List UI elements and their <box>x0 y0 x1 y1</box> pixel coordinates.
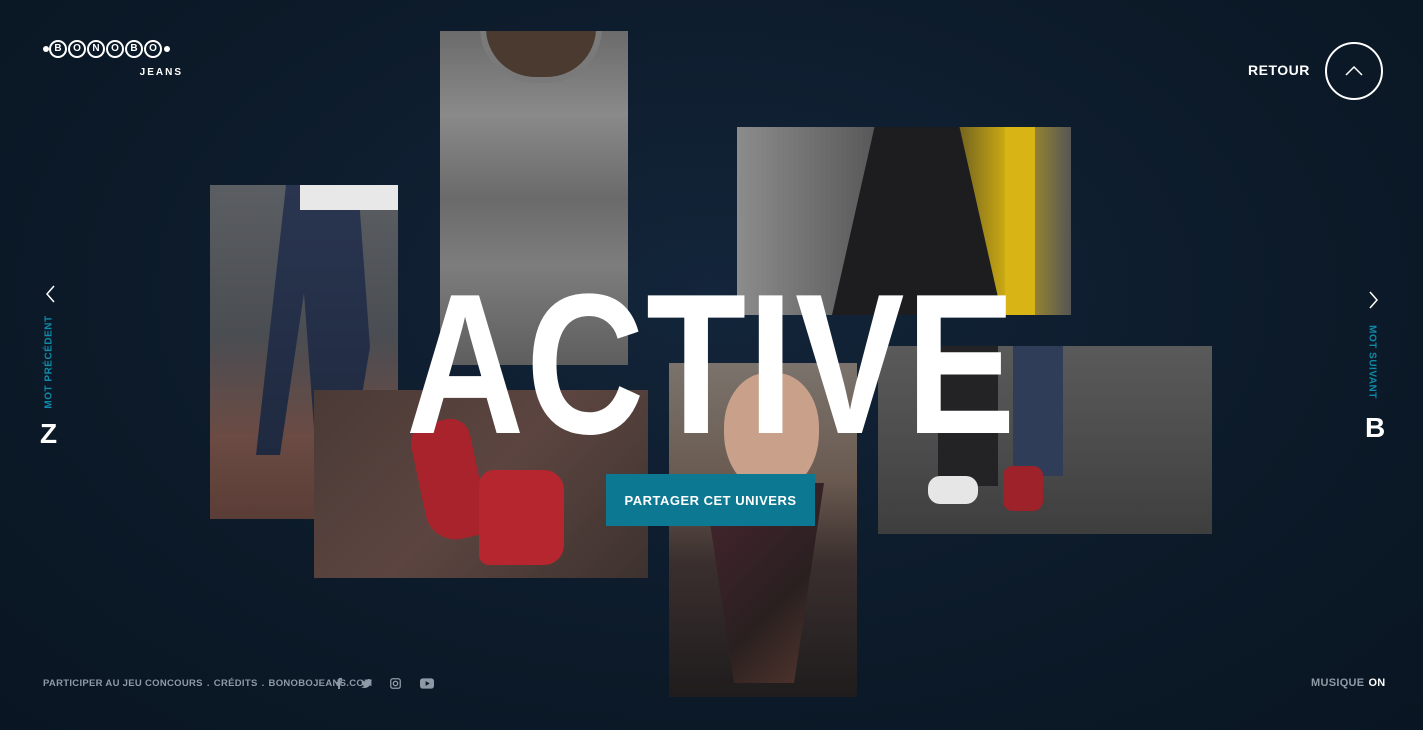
footer-separator: . <box>261 678 265 689</box>
retour-link[interactable]: RETOUR <box>1248 62 1310 78</box>
prev-word-arrow[interactable] <box>44 284 58 304</box>
contest-link[interactable]: PARTICIPER AU JEU CONCOURS <box>43 678 203 689</box>
youtube-link[interactable] <box>420 676 434 690</box>
instagram-link[interactable] <box>388 676 402 690</box>
chevron-left-icon <box>46 285 55 303</box>
facebook-icon <box>336 677 342 689</box>
brand-logo[interactable]: B O N O B O JEANS <box>42 40 187 80</box>
logo-mark: B O N O B O <box>42 40 187 58</box>
logo-dot-right <box>164 46 170 52</box>
photo-walking-street <box>878 346 1212 534</box>
logo-subtitle: JEANS <box>139 67 183 78</box>
footer-separator: . <box>206 678 210 689</box>
logo-letter: O <box>106 40 124 58</box>
logo-letter: N <box>87 40 105 58</box>
youtube-icon <box>420 677 434 689</box>
facebook-link[interactable] <box>332 676 346 690</box>
twitter-link[interactable] <box>359 676 373 690</box>
photo-man-coat <box>737 127 1071 315</box>
next-word-label[interactable]: MOT SUIVANT <box>1367 325 1378 399</box>
music-state: ON <box>1368 677 1386 689</box>
instagram-icon <box>389 677 401 689</box>
music-label: MUSIQUE <box>1311 677 1365 689</box>
logo-letter: B <box>49 40 67 58</box>
photo-red-boots <box>314 390 648 578</box>
website-link[interactable]: BONOBOJEANS.COM <box>269 678 373 689</box>
prev-word-letter[interactable]: Z <box>40 418 57 450</box>
footer-links: PARTICIPER AU JEU CONCOURS . CRÉDITS . B… <box>43 678 372 689</box>
chevron-right-icon <box>1369 291 1378 309</box>
logo-letter: O <box>144 40 162 58</box>
logo-letter: B <box>125 40 143 58</box>
photo-sweater <box>440 31 628 365</box>
credits-link[interactable]: CRÉDITS <box>214 678 258 689</box>
next-word-letter[interactable]: B <box>1365 412 1385 444</box>
scroll-up-button[interactable] <box>1325 42 1383 100</box>
logo-letter: O <box>68 40 86 58</box>
chevron-up-icon <box>1345 66 1363 76</box>
photo-woman-scarf <box>669 363 857 697</box>
music-toggle[interactable]: MUSIQUE ON <box>1311 677 1386 689</box>
prev-word-label[interactable]: MOT PRÉCÉDENT <box>44 315 55 408</box>
share-universe-button[interactable]: PARTAGER CET UNIVERS <box>606 474 815 526</box>
twitter-icon <box>360 678 372 688</box>
next-word-arrow[interactable] <box>1366 290 1380 310</box>
